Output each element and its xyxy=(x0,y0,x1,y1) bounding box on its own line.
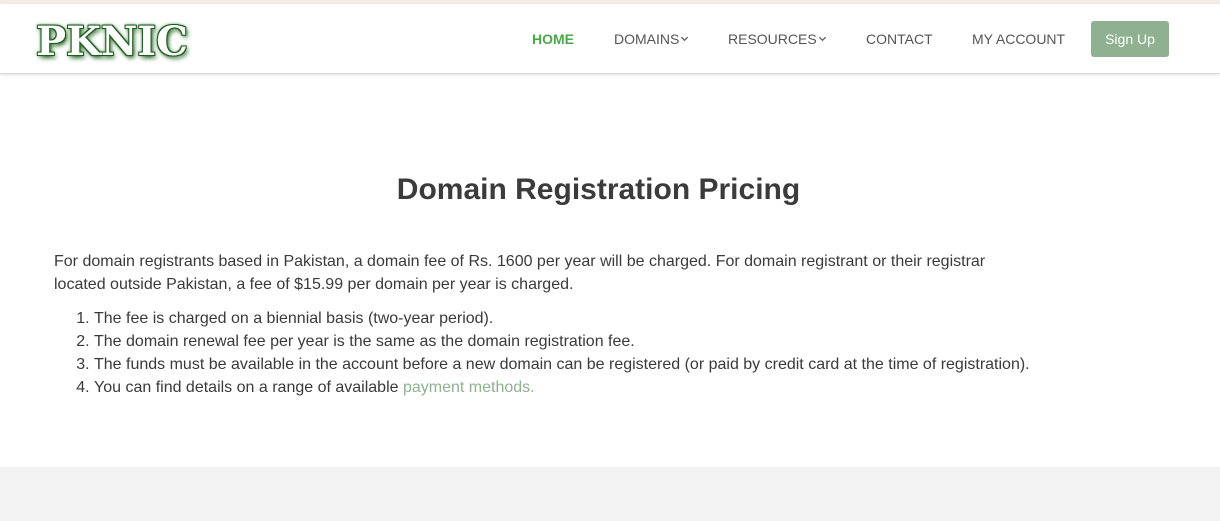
nav-resources-label: RESOURCES xyxy=(728,31,817,47)
list-item: The domain renewal fee per year is the s… xyxy=(94,330,1094,353)
list-item: The funds must be available in the accou… xyxy=(94,353,1094,376)
payment-methods-link[interactable]: payment methods. xyxy=(403,379,535,396)
main-content: Domain Registration Pricing For domain r… xyxy=(0,75,1220,467)
chevron-down-icon xyxy=(818,36,826,41)
nav-my-account[interactable]: MY ACCOUNT xyxy=(972,31,1065,47)
chevron-down-icon xyxy=(681,36,689,41)
site-header: PKNIC HOME DOMAINS RESOURCES CONTACT MY … xyxy=(0,4,1220,74)
nav-contact[interactable]: CONTACT xyxy=(866,31,933,47)
nav-domains[interactable]: DOMAINS xyxy=(614,31,689,47)
nav-domains-label: DOMAINS xyxy=(614,31,680,47)
main-nav: HOME DOMAINS RESOURCES CONTACT MY ACCOUN… xyxy=(0,4,1220,74)
list-item-text: You can find details on a range of avail… xyxy=(94,379,403,396)
page-title: Domain Registration Pricing xyxy=(396,173,801,206)
nav-resources[interactable]: RESOURCES xyxy=(728,31,827,47)
pricing-intro: For domain registrants based in Pakistan… xyxy=(54,253,986,293)
pricing-notes-list: The fee is charged on a biennial basis (… xyxy=(94,307,1094,399)
list-item: The fee is charged on a biennial basis (… xyxy=(94,307,1094,330)
nav-home[interactable]: HOME xyxy=(532,31,574,47)
list-item: You can find details on a range of avail… xyxy=(94,376,1094,399)
footer-area xyxy=(0,467,1220,521)
sign-up-button[interactable]: Sign Up xyxy=(1091,21,1169,57)
